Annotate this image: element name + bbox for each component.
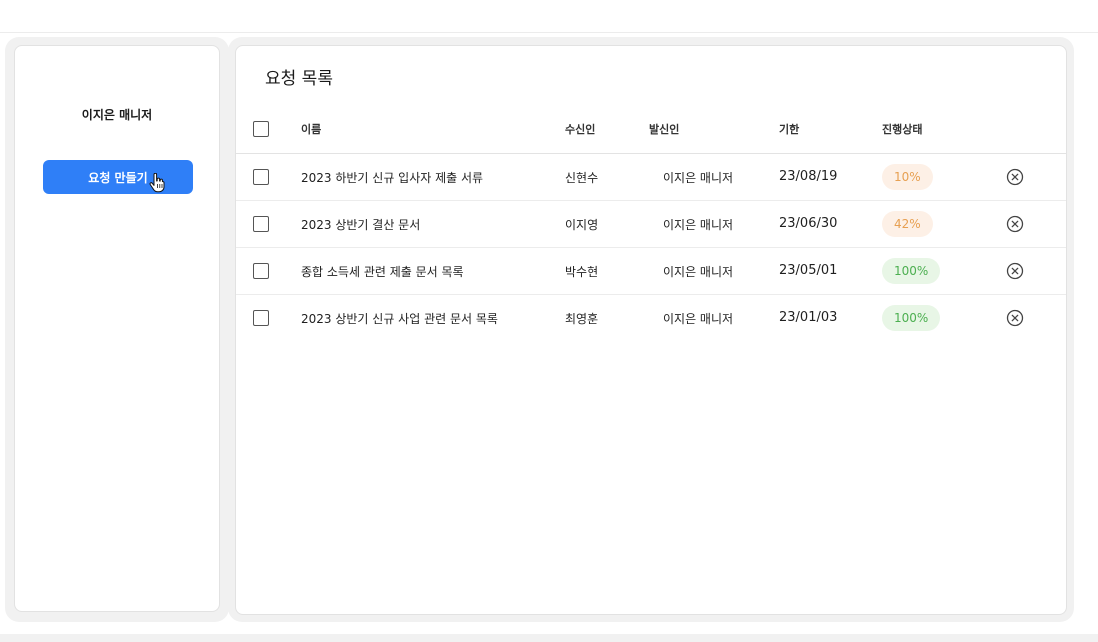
column-header-name: 이름 [301, 123, 322, 136]
deadline: 23/01/03 [779, 310, 838, 325]
recipient: 박수현 [565, 265, 599, 279]
user-name: 이지은 매니저 [81, 108, 153, 122]
deadline: 23/08/19 [779, 169, 838, 184]
sender: 이지은 매니저 [663, 218, 734, 232]
recipient: 최영훈 [565, 312, 599, 326]
table-row[interactable]: 2023 하반기 신규 입사자 제출 서류 신현수 이지은 매니저 23/08/… [236, 154, 1066, 201]
create-request-button[interactable]: 요청 만들기 [43, 160, 193, 194]
column-header-progress: 진행상태 [882, 123, 923, 136]
progress-badge: 100% [882, 305, 941, 331]
close-circle-icon[interactable] [1006, 168, 1024, 186]
deadline: 23/05/01 [779, 263, 838, 278]
recipient: 이지영 [565, 218, 599, 232]
sender: 이지은 매니저 [663, 265, 734, 279]
main-container: 요청 목록 이름 수신인 발신인 기한 진행상태 2023 하반기 신규 입사자… [228, 37, 1074, 622]
recipient: 신현수 [565, 171, 599, 185]
row-checkbox[interactable] [253, 263, 269, 279]
row-checkbox[interactable] [253, 310, 269, 326]
row-checkbox[interactable] [253, 169, 269, 185]
column-header-deadline: 기한 [779, 123, 800, 136]
progress-badge: 100% [882, 258, 941, 284]
table-row[interactable]: 2023 상반기 결산 문서 이지영 이지은 매니저 23/06/30 42% [236, 201, 1066, 248]
request-title: 2023 하반기 신규 입사자 제출 서류 [301, 171, 484, 185]
window-top-bar [0, 0, 1098, 33]
progress-badge: 10% [882, 164, 933, 190]
page-title: 요청 목록 [265, 69, 333, 89]
table-row[interactable]: 종합 소득세 관련 제출 문서 목록 박수현 이지은 매니저 23/05/01 … [236, 248, 1066, 295]
sidebar: 이지은 매니저 요청 만들기 [14, 45, 220, 612]
request-title: 2023 상반기 신규 사업 관련 문서 목록 [301, 312, 498, 326]
sender: 이지은 매니저 [663, 312, 734, 326]
column-header-sender: 발신인 [649, 123, 680, 136]
column-header-recipient: 수신인 [565, 123, 596, 136]
table-row[interactable]: 2023 상반기 신규 사업 관련 문서 목록 최영훈 이지은 매니저 23/0… [236, 295, 1066, 342]
sidebar-container: 이지은 매니저 요청 만들기 [5, 37, 229, 622]
close-circle-icon[interactable] [1006, 262, 1024, 280]
request-list-panel: 요청 목록 이름 수신인 발신인 기한 진행상태 2023 하반기 신규 입사자… [235, 45, 1067, 615]
hand-pointer-icon [149, 173, 165, 193]
request-title: 2023 상반기 결산 문서 [301, 218, 421, 232]
select-all-checkbox[interactable] [253, 121, 269, 137]
deadline: 23/06/30 [779, 216, 838, 231]
close-circle-icon[interactable] [1006, 309, 1024, 327]
bottom-strip [0, 634, 1098, 642]
progress-badge: 42% [882, 211, 933, 237]
sender: 이지은 매니저 [663, 171, 734, 185]
row-checkbox[interactable] [253, 216, 269, 232]
close-circle-icon[interactable] [1006, 215, 1024, 233]
request-title: 종합 소득세 관련 제출 문서 목록 [301, 265, 464, 279]
